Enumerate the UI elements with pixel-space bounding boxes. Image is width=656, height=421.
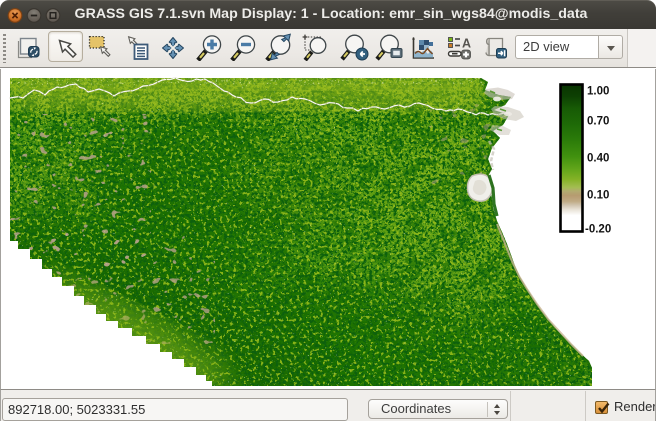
svg-text:1.00: 1.00 xyxy=(587,86,609,98)
svg-text:0.70: 0.70 xyxy=(587,116,609,128)
svg-text:0.40: 0.40 xyxy=(587,153,609,165)
svg-text:0.10: 0.10 xyxy=(587,190,609,202)
svg-text:-0.20: -0.20 xyxy=(585,224,611,236)
svg-text:A: A xyxy=(462,37,471,51)
